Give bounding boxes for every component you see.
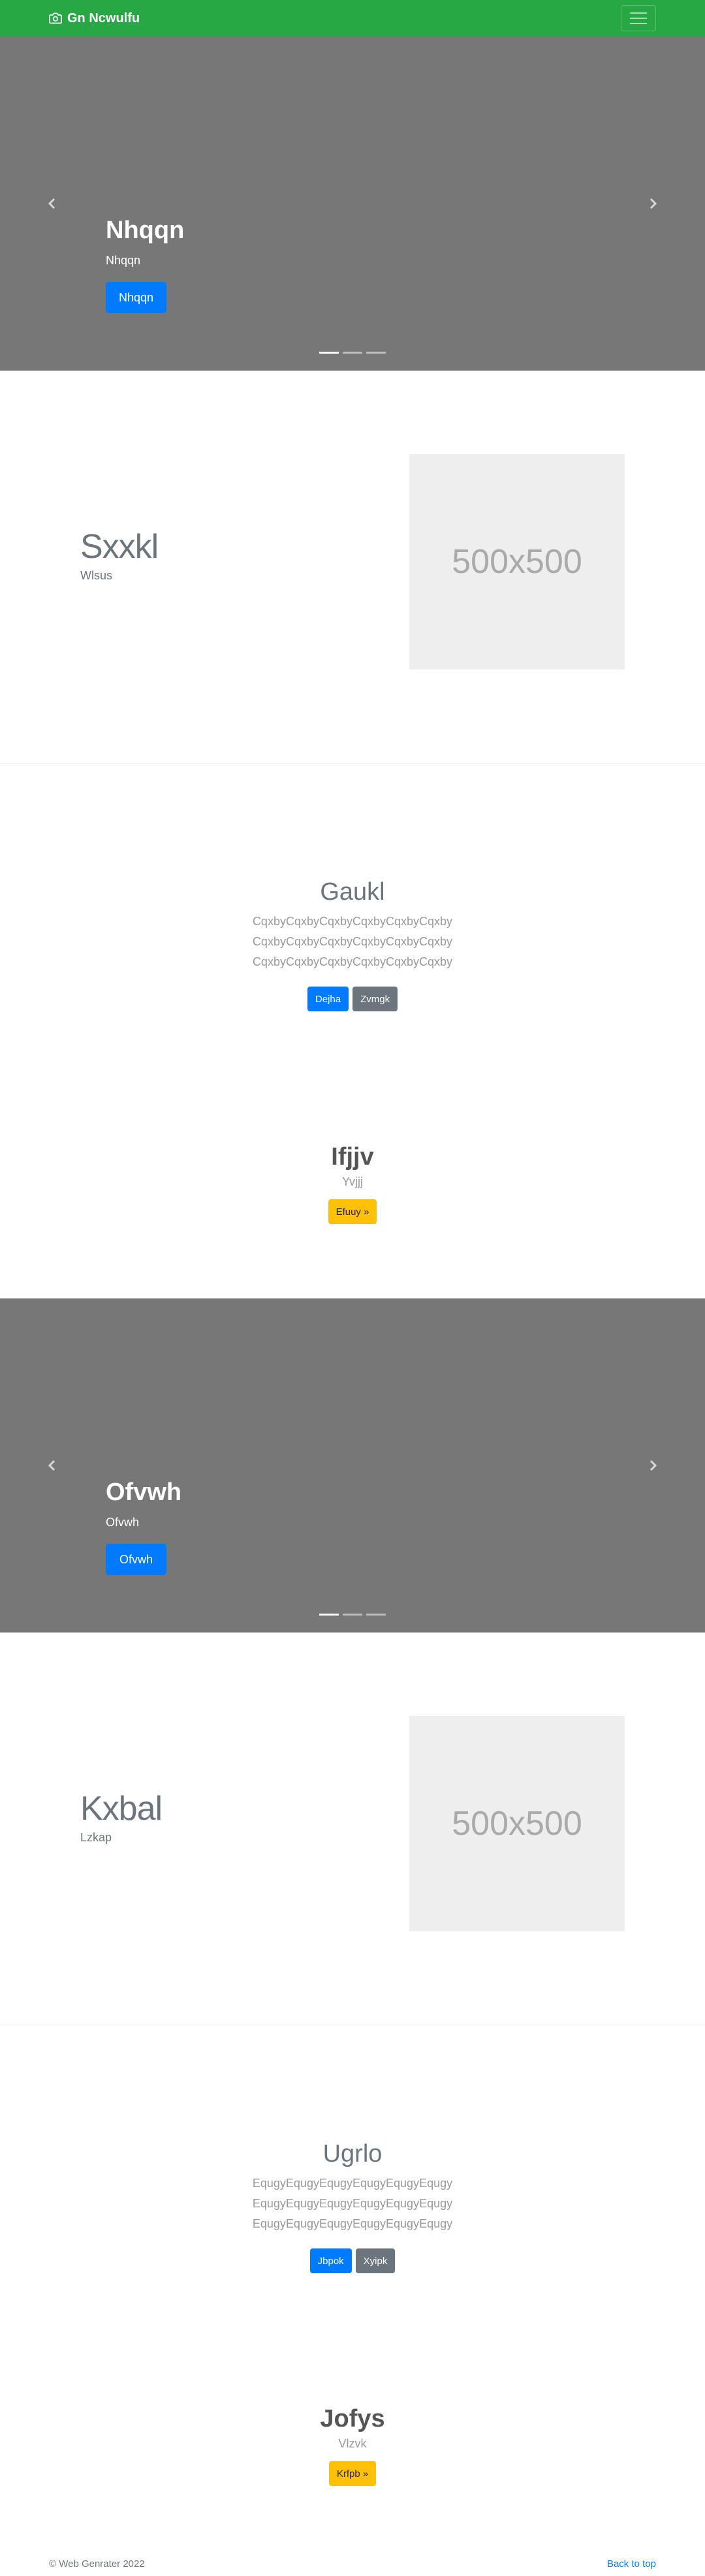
carousel-caption: Nhqqn Nhqqn Nhqqn <box>106 217 184 313</box>
promo-line: EqugyEqugyEqugyEqugyEqugyEqugy <box>252 2217 453 2230</box>
feature-section: Sxxkl Wlsus 500x500 <box>0 371 705 762</box>
cta-heading: Ifjjv <box>331 1143 374 1171</box>
placeholder-image: 500x500 <box>409 454 625 669</box>
feature-subheading: Wlsus <box>80 569 112 582</box>
promo-secondary-button[interactable]: Xyipk <box>355 2248 396 2273</box>
carousel-indicator[interactable] <box>366 1614 386 1616</box>
cta-button[interactable]: Krfpb » <box>328 2461 377 2486</box>
cta-button[interactable]: Efuuy » <box>328 1199 377 1224</box>
carousel-prev-button[interactable] <box>39 191 65 217</box>
carousel-indicator[interactable] <box>343 352 362 354</box>
feature-section: Kxbal Lzkap 500x500 <box>0 1633 705 2024</box>
promo-primary-button[interactable]: Dejha <box>307 987 349 1011</box>
carousel-title: Ofvwh <box>106 1479 182 1506</box>
carousel-next-button[interactable] <box>640 1452 666 1479</box>
chevron-left-icon <box>48 1460 55 1471</box>
promo-section: Gaukl CqxbyCqxbyCqxbyCqxbyCqxbyCqxby Cqx… <box>0 878 705 1011</box>
carousel-next-button[interactable] <box>640 191 666 217</box>
back-to-top-link[interactable]: Back to top <box>607 2558 656 2569</box>
cta-subheading: Vlzvk <box>338 2437 367 2450</box>
carousel-indicator[interactable] <box>366 352 386 354</box>
brand-link[interactable]: Gn Ncwulfu <box>49 11 140 26</box>
footer: © Web Genrater 2022 Back to top <box>0 2551 705 2576</box>
carousel-indicator[interactable] <box>343 1614 362 1616</box>
cta-heading: Jofys <box>320 2405 385 2432</box>
promo-heading: Ugrlo <box>322 2140 383 2168</box>
carousel-prev-button[interactable] <box>39 1452 65 1479</box>
carousel-indicator[interactable] <box>319 1614 339 1616</box>
cta-subheading: Yvjjj <box>341 1175 363 1188</box>
carousel-indicator[interactable] <box>319 352 339 354</box>
feature-heading: Kxbal <box>80 1790 163 1828</box>
carousel-cta-button[interactable]: Ofvwh <box>106 1544 166 1575</box>
camera-icon <box>49 12 62 24</box>
cta-section: Ifjjv Yvjjj Efuuy » <box>0 1143 705 1224</box>
carousel-indicators <box>319 1614 386 1616</box>
hero-carousel: Ofvwh Ofvwh Ofvwh <box>0 1298 705 1633</box>
carousel-subtitle: Ofvwh <box>106 1516 140 1529</box>
feature-text: Kxbal Lzkap <box>80 1789 163 1845</box>
promo-primary-button[interactable]: Jbpok <box>309 2248 352 2273</box>
navbar: Gn Ncwulfu <box>0 0 705 37</box>
cta-buttons: Efuuy » <box>0 1199 705 1224</box>
carousel-title: Nhqqn <box>106 217 185 244</box>
navbar-toggle-button[interactable] <box>621 5 656 31</box>
chevron-right-icon <box>650 198 657 209</box>
cta-buttons: Krfpb » <box>0 2461 705 2486</box>
feature-subheading: Lzkap <box>80 1831 112 1844</box>
promo-heading: Gaukl <box>320 878 385 906</box>
chevron-right-icon <box>650 1460 657 1471</box>
footer-copyright: © Web Genrater 2022 <box>49 2558 145 2569</box>
promo-text: EqugyEqugyEqugyEqugyEqugyEqugy EqugyEqug… <box>0 2173 705 2234</box>
promo-line: CqxbyCqxbyCqxbyCqxbyCqxbyCqxby <box>252 955 453 968</box>
placeholder-image: 500x500 <box>409 1716 625 1931</box>
promo-line: EqugyEqugyEqugyEqugyEqugyEqugy <box>252 2197 453 2210</box>
hamburger-icon <box>630 12 647 14</box>
promo-line: CqxbyCqxbyCqxbyCqxbyCqxbyCqxby <box>252 935 453 948</box>
promo-line: EqugyEqugyEqugyEqugyEqugyEqugy <box>252 2177 453 2190</box>
promo-buttons: Jbpok Xyipk <box>0 2248 705 2273</box>
promo-line: CqxbyCqxbyCqxbyCqxbyCqxbyCqxby <box>252 915 453 928</box>
brand-name: Gn Ncwulfu <box>67 10 140 25</box>
carousel-cta-button[interactable]: Nhqqn <box>106 282 166 313</box>
promo-buttons: Dejha Zvmgk <box>0 987 705 1011</box>
cta-section: Jofys Vlzvk Krfpb » <box>0 2405 705 2486</box>
carousel-indicators <box>319 352 386 354</box>
hero-carousel: Nhqqn Nhqqn Nhqqn <box>0 37 705 371</box>
promo-secondary-button[interactable]: Zvmgk <box>352 987 398 1011</box>
feature-text: Sxxkl Wlsus <box>80 527 159 583</box>
feature-heading: Sxxkl <box>80 528 159 566</box>
carousel-caption: Ofvwh Ofvwh Ofvwh <box>106 1479 181 1575</box>
carousel-subtitle: Nhqqn <box>106 254 141 267</box>
promo-section: Ugrlo EqugyEqugyEqugyEqugyEqugyEqugy Equ… <box>0 2140 705 2273</box>
chevron-left-icon <box>48 198 55 209</box>
promo-text: CqxbyCqxbyCqxbyCqxbyCqxbyCqxby CqxbyCqxb… <box>0 912 705 972</box>
